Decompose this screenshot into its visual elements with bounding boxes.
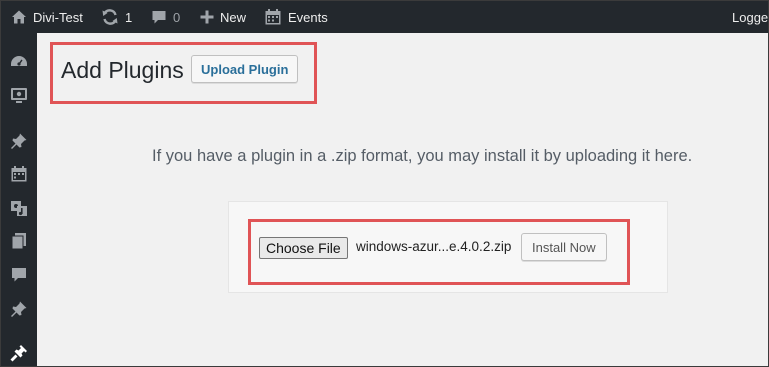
pin-icon[interactable] <box>10 300 28 318</box>
install-now-button[interactable]: Install Now <box>521 233 607 261</box>
choose-file-button[interactable]: Choose File <box>259 237 348 259</box>
site-name-menu[interactable]: Divi-Test <box>11 1 83 33</box>
divi-icon[interactable] <box>10 86 28 104</box>
events-menu[interactable]: Events <box>264 1 328 33</box>
pages-icon[interactable] <box>10 232 28 250</box>
comment-icon <box>151 9 167 25</box>
admin-bar: Divi-Test 1 0 New Events Logge <box>1 1 768 33</box>
new-content-menu[interactable]: New <box>200 1 246 33</box>
events-label: Events <box>288 9 328 25</box>
browser-frame: Divi-Test 1 0 New Events Logge Add Plugi… <box>0 0 769 367</box>
dashboard-icon[interactable] <box>10 53 28 71</box>
admin-sidebar <box>1 33 37 366</box>
page-title: Add Plugins <box>61 57 184 83</box>
comments-menu[interactable]: 0 <box>151 1 180 33</box>
refresh-icon <box>101 8 119 26</box>
site-name: Divi-Test <box>33 9 83 25</box>
plugins-icon[interactable] <box>10 344 28 362</box>
pin-icon[interactable] <box>10 132 28 150</box>
new-label: New <box>220 9 247 25</box>
calendar-icon[interactable] <box>10 165 28 183</box>
selected-file-name: windows-azur...e.4.0.2.zip <box>356 239 512 254</box>
upload-help-text: If you have a plugin in a .zip format, y… <box>152 147 693 165</box>
account-menu[interactable]: Logge <box>732 1 768 33</box>
account-label: Logge <box>732 9 769 25</box>
comments-icon[interactable] <box>10 266 28 284</box>
main-content: Add Plugins Upload Plugin If you have a … <box>37 33 768 366</box>
updates-count: 1 <box>125 9 133 25</box>
upload-plugin-button[interactable]: Upload Plugin <box>191 55 299 83</box>
updates-menu[interactable]: 1 <box>101 1 132 33</box>
comments-count: 0 <box>173 9 181 25</box>
media-icon[interactable] <box>10 199 28 217</box>
calendar-icon <box>264 8 282 26</box>
plus-icon <box>200 10 214 24</box>
home-icon <box>11 9 27 25</box>
